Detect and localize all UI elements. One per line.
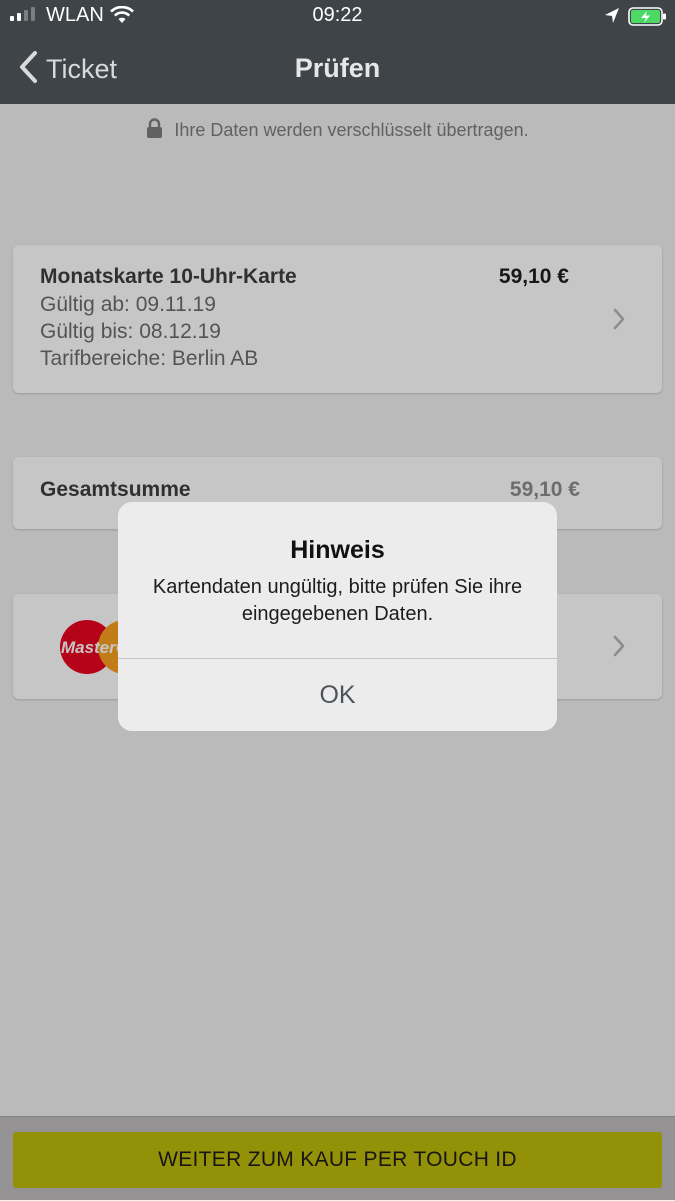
status-bar: WLAN 09:22 — [0, 0, 675, 34]
modal-overlay-bottom — [0, 1116, 675, 1200]
top-bar: WLAN 09:22 Ticket Prüfen — [0, 0, 675, 104]
alert-title: Hinweis — [290, 536, 385, 564]
alert-message: Kartendaten ungültig, bitte prüfen Sie i… — [152, 576, 523, 625]
location-arrow-icon — [604, 7, 620, 30]
alert-ok-button[interactable]: OK — [118, 659, 557, 731]
alert-dialog: Hinweis Kartendaten ungültig, bitte prüf… — [118, 502, 557, 731]
battery-charging-icon — [628, 7, 668, 32]
status-time: 09:22 — [312, 4, 363, 26]
page-title: Prüfen — [294, 53, 381, 83]
